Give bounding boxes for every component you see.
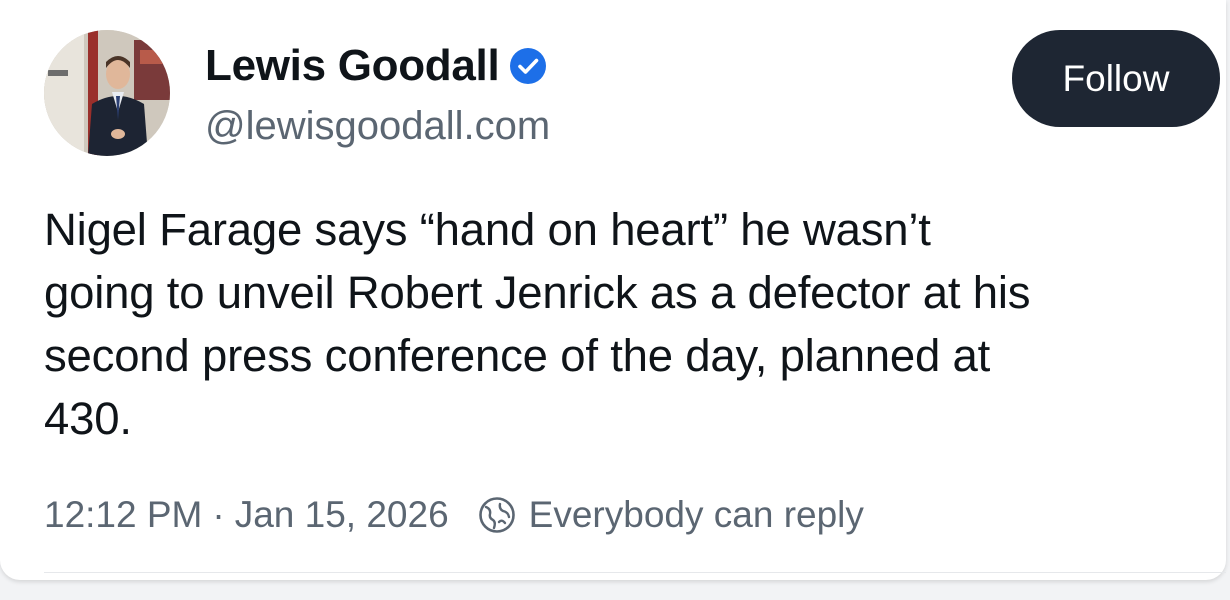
- divider: [44, 572, 1226, 573]
- post-text: Nigel Farage says “hand on heart” he was…: [44, 198, 1219, 450]
- post-time[interactable]: 12:12 PM: [44, 494, 202, 536]
- post-text-line: going to unveil Robert Jenrick as a defe…: [44, 267, 1031, 318]
- globe-icon: [477, 495, 517, 535]
- follow-button[interactable]: Follow: [1012, 30, 1220, 127]
- author-name-row: Lewis Goodall: [205, 38, 547, 94]
- author-display-name[interactable]: Lewis Goodall: [205, 41, 500, 91]
- post-date[interactable]: Jan 15, 2026: [235, 494, 449, 536]
- post-text-line: second press conference of the day, plan…: [44, 330, 991, 381]
- avatar[interactable]: [44, 30, 170, 156]
- post-card: Lewis Goodall @lewisgoodall.com Follow N…: [0, 0, 1226, 580]
- post-text-line: Nigel Farage says “hand on heart” he was…: [44, 204, 931, 255]
- author-handle[interactable]: @lewisgoodall.com: [205, 104, 550, 149]
- meta-separator: ·: [212, 494, 225, 535]
- reply-setting[interactable]: Everybody can reply: [529, 494, 864, 536]
- post-text-line: 430.: [44, 393, 132, 444]
- verified-check-icon: [509, 47, 547, 85]
- avatar-photo: [44, 30, 170, 156]
- post-meta: 12:12 PM · Jan 15, 2026 Everybody can re…: [44, 490, 864, 540]
